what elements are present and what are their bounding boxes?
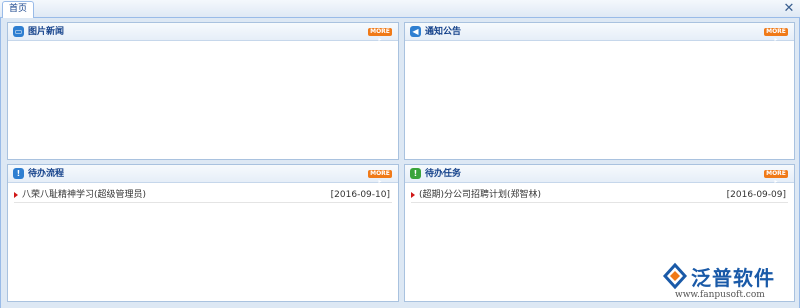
image-icon: ▭ bbox=[13, 26, 24, 37]
panel-pending-process: ! 待办流程 MORE ▸ 八荣八耻精神学习(超级管理员) [2016-09-1… bbox=[7, 164, 399, 302]
panel-title: 通知公告 bbox=[425, 27, 462, 37]
panel-image-news: ▭ 图片新闻 MORE ▸ bbox=[7, 22, 399, 160]
bullet-arrow-icon bbox=[14, 192, 18, 198]
panel-header: ▭ 图片新闻 MORE ▸ bbox=[8, 23, 398, 43]
item-date: [2016-09-09] bbox=[726, 190, 786, 200]
panel-header: ! 待办流程 MORE ▸ bbox=[8, 165, 398, 185]
bullet-arrow-icon bbox=[411, 192, 415, 198]
panel-title: 待办任务 bbox=[425, 169, 462, 179]
panel-title: 待办流程 bbox=[28, 169, 65, 179]
panel-header: ! 待办任务 MORE ▸ bbox=[405, 165, 794, 185]
more-button[interactable]: MORE ▸ bbox=[764, 170, 788, 185]
speaker-icon: ◀ bbox=[410, 26, 421, 37]
task-icon: ! bbox=[410, 168, 421, 179]
brand-logo: 泛普软件 www.fanpusoft.com bbox=[661, 260, 791, 302]
alert-icon: ! bbox=[13, 168, 24, 179]
brand-name: 泛普软件 bbox=[691, 266, 775, 290]
portal-content: ▭ 图片新闻 MORE ▸ ◀ 通知公告 MORE ▸ ! 待办流程 MORE … bbox=[0, 18, 800, 308]
more-button[interactable]: MORE ▸ bbox=[368, 170, 392, 185]
panel-title: 图片新闻 bbox=[28, 27, 65, 37]
fanpu-logo-icon bbox=[662, 262, 688, 290]
close-icon[interactable]: ✕ bbox=[782, 2, 796, 16]
item-title[interactable]: (超期)分公司招聘计划(郑智林) bbox=[419, 190, 541, 200]
item-title[interactable]: 八荣八耻精神学习(超级管理员) bbox=[22, 190, 146, 200]
brand-url: www.fanpusoft.com bbox=[675, 290, 765, 300]
tab-bar: 首页 ✕ bbox=[0, 0, 800, 18]
more-button[interactable]: MORE ▸ bbox=[368, 28, 392, 43]
panel-header: ◀ 通知公告 MORE ▸ bbox=[405, 23, 794, 43]
list-item[interactable]: (超期)分公司招聘计划(郑智林) [2016-09-09] bbox=[411, 187, 788, 203]
more-button[interactable]: MORE ▸ bbox=[764, 28, 788, 43]
tab-home[interactable]: 首页 bbox=[2, 1, 34, 18]
item-date: [2016-09-10] bbox=[330, 190, 390, 200]
list-item[interactable]: 八荣八耻精神学习(超级管理员) [2016-09-10] bbox=[14, 187, 392, 203]
panel-notice: ◀ 通知公告 MORE ▸ bbox=[404, 22, 795, 160]
